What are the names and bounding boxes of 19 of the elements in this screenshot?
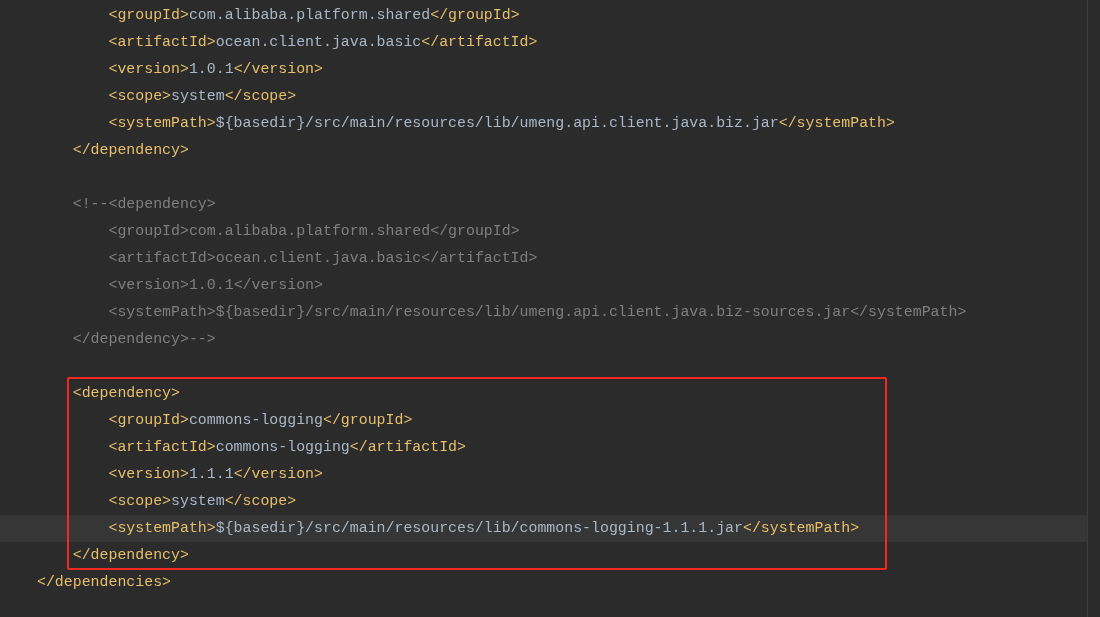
code-line: <version>1.0.1</version> (107, 60, 324, 79)
code-line: <groupId>com.alibaba.platform.shared</groupId> (107, 6, 521, 25)
code-line: <dependency> (71, 384, 181, 403)
code-line: <version>1.1.1</version> (107, 465, 324, 484)
code-line: </dependencies> (36, 573, 173, 592)
comment-line: <!--<dependency> (71, 195, 217, 214)
code-line: <artifactId>ocean.client.java.basic</artifactId> (107, 33, 539, 52)
code-line: <groupId>commons-logging</groupId> (107, 411, 414, 430)
comment-line: <groupId>com.alibaba.platform.shared</groupId> (107, 222, 521, 241)
comment-line: </dependency>--> (71, 330, 217, 349)
code-line: <systemPath>${basedir}/src/main/resources/lib/umeng.api.client.java.biz.jar</systemPath> (107, 114, 896, 133)
code-line: <scope>system</scope> (107, 87, 298, 106)
comment-line: <systemPath>${basedir}/src/main/resources/lib/umeng.api.client.java.biz-sources.jar</systemPath> (107, 303, 968, 322)
code-line: <scope>system</scope> (107, 492, 298, 511)
code-line: </dependency> (71, 141, 190, 160)
code-line: <artifactId>commons-logging</artifactId> (107, 438, 467, 457)
comment-line: <artifactId>ocean.client.java.basic</artifactId> (107, 249, 539, 268)
comment-line: <version>1.0.1</version> (107, 276, 324, 295)
code-line: </dependency> (71, 546, 190, 565)
